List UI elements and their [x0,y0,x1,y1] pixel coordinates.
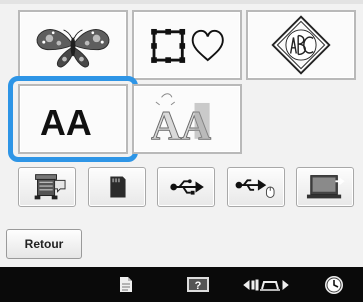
computer-button[interactable] [296,167,354,207]
sd-card-button[interactable] [88,167,146,207]
help-button[interactable]: ? [178,267,218,302]
document-icon [120,277,132,292]
computer-icon [306,175,345,199]
alphabet-font-letter-bold: AA [40,103,92,143]
butterfly-embroidery-icon [36,29,110,68]
clock-button[interactable] [318,267,350,302]
embroidery-pattern-button[interactable] [18,10,128,80]
clock-icon [325,275,343,294]
bottom-taskbar: ? [0,267,363,302]
usb-button[interactable] [157,167,215,207]
machine-memory-button[interactable] [18,167,76,207]
alphabet-font-button[interactable]: AA [18,84,128,154]
usb-mouse-button[interactable] [227,167,285,207]
abc-monogram-icon [271,15,331,75]
presser-foot-button[interactable] [236,267,296,302]
document-button[interactable] [108,267,144,302]
svg-text:?: ? [195,280,202,292]
back-button[interactable]: Retour [6,229,82,259]
embroidery-pattern-screen: AA AA Retour ? [0,0,363,302]
help-icon: ? [187,277,209,292]
alphabet-font-icon: AA [40,103,92,143]
presser-foot-icon [243,279,289,291]
monogram-button[interactable] [246,10,356,80]
machine-memory-icon [34,174,66,200]
decorative-alphabet-button[interactable]: AA [132,84,242,154]
top-divider [0,0,363,4]
usb-icon [170,179,204,195]
square-heart-frame-icon [151,28,224,63]
decorative-alphabet-icon: AA [151,93,212,148]
frame-shapes-button[interactable] [132,10,242,80]
usb-mouse-icon [235,179,275,198]
sd-card-icon [110,176,126,198]
